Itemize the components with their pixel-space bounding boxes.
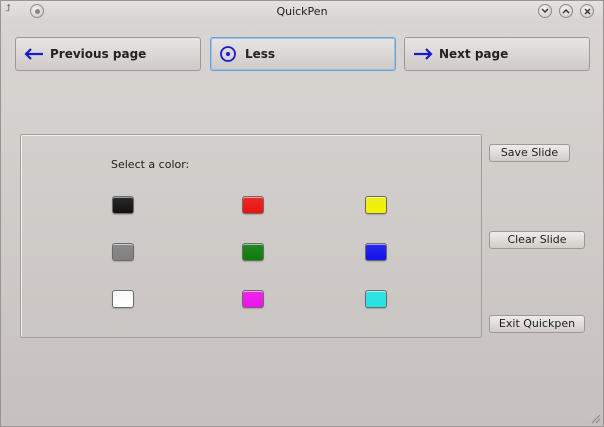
color-swatch-red[interactable] — [242, 196, 264, 214]
close-icon[interactable] — [580, 4, 594, 18]
quickpen-window: ⮥ QuickPen Previous page Less Next page … — [0, 0, 604, 427]
less-label: Less — [245, 47, 276, 61]
color-swatch-cyan[interactable] — [365, 290, 387, 308]
arrow-left-icon — [24, 48, 46, 60]
color-swatch-white[interactable] — [112, 290, 134, 308]
color-swatch-magenta[interactable] — [242, 290, 264, 308]
color-swatch-black[interactable] — [112, 196, 134, 214]
save-slide-button[interactable]: Save Slide — [489, 144, 570, 162]
clear-slide-button[interactable]: Clear Slide — [489, 231, 585, 249]
color-swatch-gray[interactable] — [112, 243, 134, 261]
color-swatch-yellow[interactable] — [365, 196, 387, 214]
chevron-down-icon[interactable] — [538, 4, 552, 18]
arrow-right-icon — [413, 48, 435, 60]
previous-page-label: Previous page — [50, 47, 147, 61]
color-swatch-blue[interactable] — [365, 243, 387, 261]
chevron-up-icon[interactable] — [559, 4, 573, 18]
select-color-label: Select a color: — [111, 158, 190, 171]
circle-dot-icon — [219, 45, 241, 63]
window-title: QuickPen — [276, 5, 328, 18]
resize-grip-icon[interactable] — [589, 412, 601, 424]
next-page-button[interactable]: Next page — [404, 37, 590, 71]
next-page-label: Next page — [439, 47, 509, 61]
title-bar[interactable]: ⮥ QuickPen — [1, 1, 603, 23]
less-button[interactable]: Less — [210, 37, 396, 71]
color-swatch-green[interactable] — [242, 243, 264, 261]
previous-page-button[interactable]: Previous page — [15, 37, 201, 71]
exit-quickpen-button[interactable]: Exit Quickpen — [489, 315, 585, 333]
